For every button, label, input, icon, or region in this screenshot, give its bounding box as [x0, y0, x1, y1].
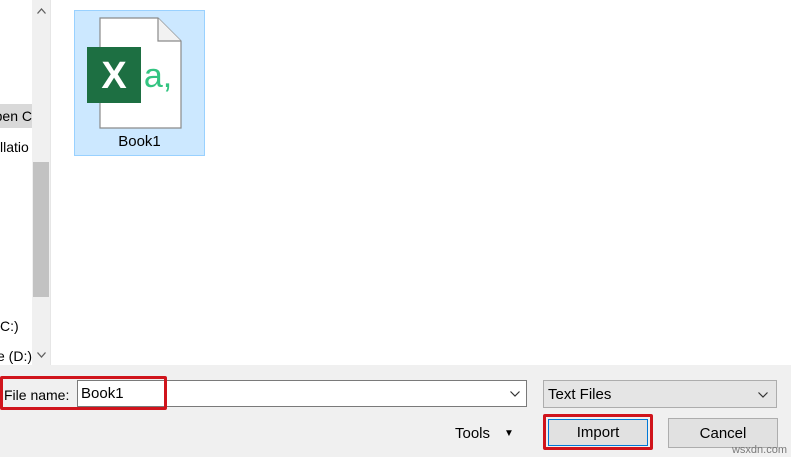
file-name-label: Book1	[118, 133, 161, 150]
import-button[interactable]: Import	[548, 419, 648, 446]
tools-button[interactable]: Tools ▼	[455, 421, 530, 445]
nav-item-open[interactable]: Open C	[0, 104, 32, 128]
tools-label: Tools	[455, 424, 491, 442]
caret-down-icon: ▼	[504, 427, 514, 439]
nav-item-installation[interactable]: llatio	[0, 135, 32, 159]
excel-badge-letter: X	[101, 55, 127, 97]
filetype-value: Text Files	[548, 386, 612, 403]
text-badge-letters: a,	[144, 57, 172, 95]
file-list-area: X a, Book1	[51, 0, 791, 365]
nav-scrollbar[interactable]	[32, 0, 50, 365]
file-item-book1[interactable]: X a, Book1	[74, 10, 205, 156]
open-file-dialog: Open C llatio C:) e (D:) X a, Book1	[0, 0, 791, 457]
scroll-thumb[interactable]	[33, 162, 49, 297]
chevron-up-icon[interactable]	[32, 2, 50, 19]
excel-text-file-icon: X a,	[87, 17, 182, 129]
nav-item-label: C:)	[0, 318, 19, 334]
filename-label: File name:	[4, 387, 70, 403]
nav-item-label: e (D:)	[0, 348, 32, 364]
nav-item-label: llatio	[0, 139, 29, 155]
filename-combobox[interactable]	[77, 380, 527, 407]
nav-item-label: Open C	[0, 108, 32, 124]
filetype-select[interactable]: Text Files	[543, 380, 777, 408]
navigation-pane: Open C llatio C:) e (D:)	[0, 0, 50, 365]
nav-item-drive-c[interactable]: C:)	[0, 314, 32, 338]
bottom-panel: File name: Text Files Tools ▼ Import Can…	[0, 365, 791, 457]
chevron-down-icon[interactable]	[506, 384, 524, 403]
chevron-down-icon[interactable]	[32, 346, 50, 363]
nav-item-drive-d[interactable]: e (D:)	[0, 344, 32, 365]
watermark-text: wsxdn.com	[731, 444, 787, 456]
filename-input[interactable]	[81, 384, 491, 403]
chevron-down-icon	[754, 385, 772, 404]
